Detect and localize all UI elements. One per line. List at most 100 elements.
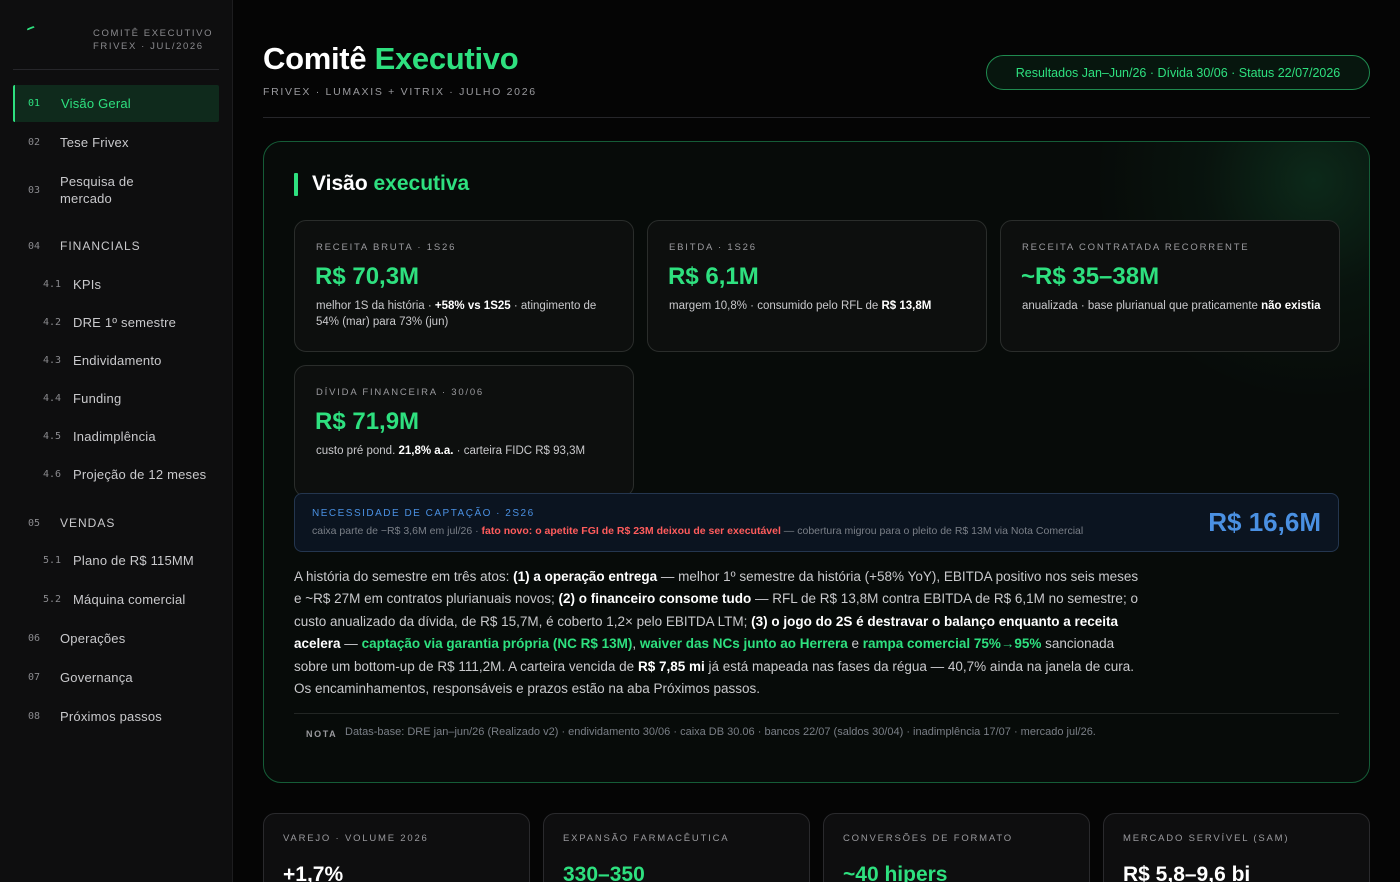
sidebar-item-label: Inadimplência	[73, 429, 156, 444]
sidebar-item-pesquisa-de-mercado[interactable]: 03 Pesquisa de mercado	[13, 166, 219, 214]
logo-icon	[26, 25, 36, 33]
sidebar-item-inadimplencia[interactable]: 4.5 Inadimplência	[13, 418, 219, 455]
sidebar-item-number: 02	[28, 137, 41, 148]
sidebar-item-label: Funding	[73, 391, 122, 406]
page-title: Comitê Executivo	[263, 41, 519, 77]
sidebar-item-label: Visão Geral	[61, 96, 131, 111]
sidebar-item-number: 4.2	[43, 317, 62, 328]
sidebar-item-visao-geral[interactable]: 01 Visão Geral	[13, 85, 219, 122]
kpi-value: R$ 70,3M	[315, 263, 420, 290]
funding-need-warning: fato novo: o apetite FGI de R$ 23M deixo…	[481, 525, 781, 537]
executive-overview-panel: Visão executiva RECEITA BRUTA · 1S26 R$ …	[263, 141, 1370, 783]
sidebar-item-endividamento[interactable]: 4.3 Endividamento	[13, 342, 219, 379]
sidebar-item-governanca[interactable]: 07 Governança	[13, 659, 219, 696]
sidebar-item-label: Endividamento	[73, 353, 162, 368]
market-card-label: CONVERSÕES DE FORMATO	[843, 833, 1013, 844]
sidebar-item-number: 07	[28, 672, 41, 683]
brand-line-2: FRIVEX · JUL/2026	[93, 41, 204, 52]
market-card-label: MERCADO SERVÍVEL (SAM)	[1123, 833, 1290, 844]
funding-need-label: NECESSIDADE DE CAPTAÇÃO · 2S26	[312, 508, 535, 519]
kpi-description: anualizada · base plurianual que pratica…	[1022, 300, 1321, 312]
sidebar-item-number: 05	[28, 518, 41, 529]
sidebar-item-plano-115mm[interactable]: 5.1 Plano de R$ 115MM	[13, 542, 219, 579]
header-divider	[263, 117, 1370, 118]
sidebar-item-kpis[interactable]: 4.1 KPIs	[13, 266, 219, 303]
sidebar-item-number: 5.2	[43, 594, 62, 605]
brand-line-1: COMITÊ EXECUTIVO	[93, 28, 214, 39]
kpi-card-receita-recorrente: RECEITA CONTRATADA RECORRENTE ~R$ 35–38M…	[1000, 220, 1340, 352]
sidebar-item-number: 4.4	[43, 393, 62, 404]
sidebar-item-label: VENDAS	[60, 516, 116, 530]
sidebar-header: COMITÊ EXECUTIVO FRIVEX · JUL/2026	[13, 0, 219, 70]
market-card-conversoes-formato: CONVERSÕES DE FORMATO ~40 hipers	[823, 813, 1090, 882]
market-card-label: EXPANSÃO FARMACÊUTICA	[563, 833, 730, 844]
sidebar-item-number: 06	[28, 633, 41, 644]
kpi-label: RECEITA BRUTA · 1S26	[316, 242, 457, 253]
kpi-value: R$ 6,1M	[668, 263, 759, 290]
funding-need-value: R$ 16,6M	[1208, 507, 1321, 537]
sidebar-item-tese-frivex[interactable]: 02 Tese Frivex	[13, 124, 219, 161]
section-accent-bar	[294, 173, 298, 196]
sidebar-item-maquina-comercial[interactable]: 5.2 Máquina comercial	[13, 581, 219, 618]
sidebar-item-number: 08	[28, 711, 41, 722]
sidebar-item-number: 4.3	[43, 355, 62, 366]
funding-need-description: caixa parte de −R$ 3,6M em jul/26 · fato…	[312, 525, 1084, 537]
sidebar-item-label: Governança	[60, 670, 133, 685]
market-card-value: +1,7%	[283, 863, 344, 882]
market-card-value: 330–350	[563, 863, 645, 882]
market-card-varejo: VAREJO · VOLUME 2026 +1,7%	[263, 813, 530, 882]
sidebar-item-number: 04	[28, 241, 41, 252]
market-card-value: ~40 hipers	[843, 863, 948, 882]
status-badge: Resultados Jan–Jun/26 · Dívida 30/06 · S…	[986, 55, 1370, 90]
note-divider	[294, 713, 1339, 714]
kpi-label: EBITDA · 1S26	[669, 242, 757, 253]
page-title-accent: Executivo	[374, 41, 519, 76]
kpi-card-receita-bruta: RECEITA BRUTA · 1S26 R$ 70,3M melhor 1S …	[294, 220, 634, 352]
market-card-sam: MERCADO SERVÍVEL (SAM) R$ 5,8–9,6 bi	[1103, 813, 1370, 882]
kpi-value: R$ 71,9M	[315, 408, 420, 435]
sidebar-item-label: Pesquisa de mercado	[60, 174, 134, 206]
sidebar-item-projecao-12-meses[interactable]: 4.6 Projeção de 12 meses	[13, 456, 219, 493]
sidebar-item-label: Operações	[60, 631, 126, 646]
kpi-label: RECEITA CONTRATADA RECORRENTE	[1022, 242, 1250, 253]
sidebar-item-proximos-passos[interactable]: 08 Próximos passos	[13, 698, 219, 735]
sidebar-item-number: 5.1	[43, 555, 62, 566]
kpi-description: custo pré pond. 21,8% a.a. · carteira FI…	[316, 445, 586, 457]
kpi-card-divida-financeira: DÍVIDA FINANCEIRA · 30/06 R$ 71,9M custo…	[294, 365, 634, 497]
market-card-label: VAREJO · VOLUME 2026	[283, 833, 429, 844]
sidebar-item-label: Máquina comercial	[73, 592, 186, 607]
page-title-main: Comitê	[263, 41, 367, 76]
kpi-value: ~R$ 35–38M	[1021, 263, 1160, 290]
sidebar-item-funding[interactable]: 4.4 Funding	[13, 380, 219, 417]
market-card-value: R$ 5,8–9,6 bi	[1123, 863, 1251, 882]
sidebar-item-vendas[interactable]: 05 VENDAS	[13, 505, 219, 542]
executive-summary-paragraph: A história do semestre em três atos: (1)…	[294, 569, 1139, 697]
section-title-main: Visão	[312, 172, 368, 195]
sidebar-item-number: 4.6	[43, 469, 62, 480]
sidebar-item-label: Projeção de 12 meses	[73, 467, 207, 482]
kpi-card-ebitda: EBITDA · 1S26 R$ 6,1M margem 10,8% · con…	[647, 220, 987, 352]
sidebar-item-number: 03	[28, 184, 41, 196]
sidebar-item-label: Próximos passos	[60, 709, 162, 724]
market-card-expansao-farmaceutica: EXPANSÃO FARMACÊUTICA 330–350	[543, 813, 810, 882]
sidebar-item-label: Tese Frivex	[60, 135, 129, 150]
note-text: Datas-base: DRE jan–jun/26 (Realizado v2…	[345, 726, 1096, 738]
sidebar-item-dre-1-semestre[interactable]: 4.2 DRE 1º semestre	[13, 304, 219, 341]
sidebar-item-number: 4.1	[43, 279, 62, 290]
section-title-accent: executiva	[373, 172, 470, 195]
section-title: Visão executiva	[312, 172, 469, 196]
sidebar-item-number: 4.5	[43, 431, 62, 442]
sidebar-brand: COMITÊ EXECUTIVO FRIVEX · JUL/2026	[93, 27, 213, 53]
sidebar: COMITÊ EXECUTIVO FRIVEX · JUL/2026 01 Vi…	[0, 0, 233, 882]
sidebar-item-label: FINANCIALS	[60, 239, 141, 253]
kpi-description: melhor 1S da história · +58% vs 1S25 · a…	[316, 300, 597, 328]
note-tag: NOTA	[306, 729, 338, 739]
sidebar-item-label: KPIs	[73, 277, 102, 292]
kpi-description: margem 10,8% · consumido pelo RFL de R$ …	[669, 300, 932, 312]
page-subtitle: FRIVEX · LUMAXIS + VITRIX · JULHO 2026	[263, 86, 537, 98]
sidebar-item-label: Plano de R$ 115MM	[73, 553, 194, 568]
funding-need-banner: NECESSIDADE DE CAPTAÇÃO · 2S26 caixa par…	[294, 493, 1339, 552]
sidebar-item-operacoes[interactable]: 06 Operações	[13, 620, 219, 657]
kpi-label: DÍVIDA FINANCEIRA · 30/06	[316, 387, 485, 398]
sidebar-item-financials[interactable]: 04 FINANCIALS	[13, 228, 219, 265]
